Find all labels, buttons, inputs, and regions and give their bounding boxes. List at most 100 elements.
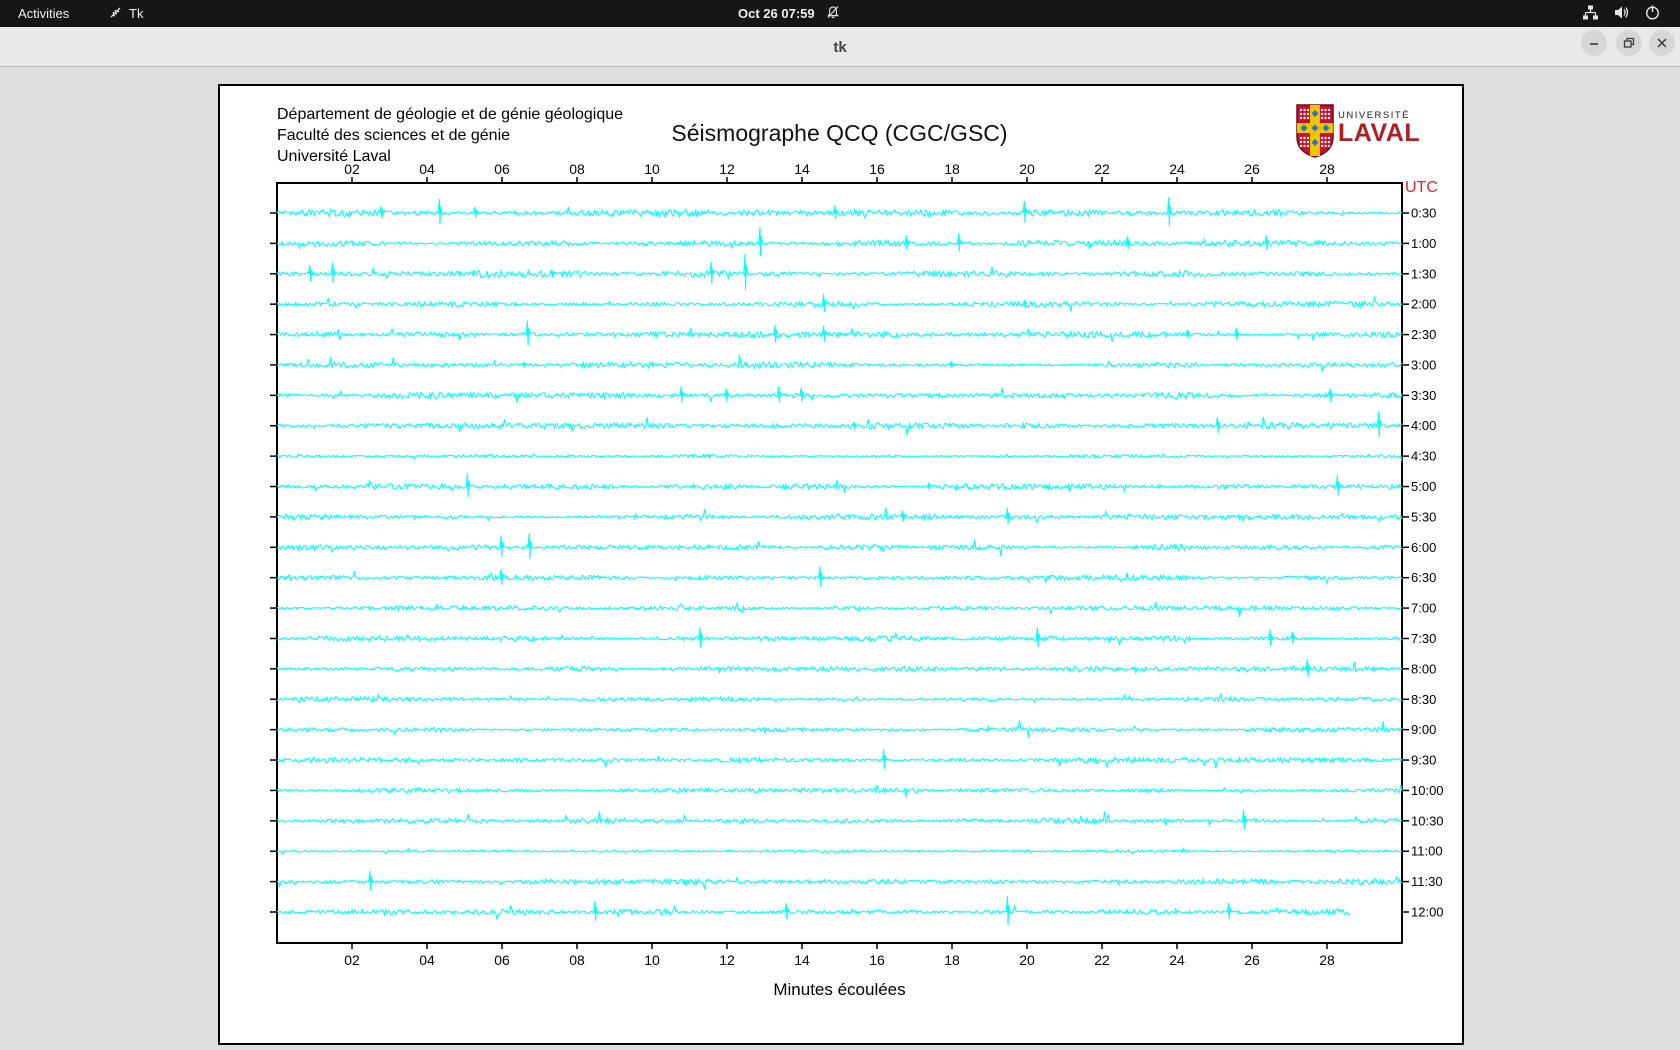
- time-label: 8:30: [1411, 692, 1436, 707]
- seismic-spike: [465, 473, 471, 497]
- time-label: 6:30: [1411, 570, 1436, 585]
- seismic-spike: [521, 361, 527, 368]
- seismic-spike: [758, 227, 764, 257]
- seismic-spike: [550, 269, 556, 278]
- logo-laval-label: LAVAL: [1338, 119, 1421, 147]
- clock-menu[interactable]: Oct 26 07:59: [738, 0, 841, 27]
- time-label: 4:30: [1411, 449, 1436, 464]
- seismic-trace: [276, 875, 1403, 890]
- seismic-trace: [276, 570, 1403, 586]
- network-icon: [1582, 4, 1599, 24]
- utc-axis-label: UTC: [1405, 179, 1438, 196]
- seismic-spike: [881, 748, 888, 769]
- seismic-spike: [821, 294, 828, 313]
- gnome-top-bar: Activities Tk Oct 26 07:59: [0, 0, 1680, 27]
- seismic-trace: [276, 479, 1403, 493]
- seismic-trace: [276, 784, 1403, 798]
- seismic-spike: [1215, 416, 1221, 433]
- time-label: 7:30: [1411, 631, 1436, 646]
- seismic-spike: [724, 388, 730, 401]
- window-title: tk: [833, 38, 847, 56]
- seismic-spike: [473, 206, 479, 218]
- x-tick-label-top: 18: [944, 161, 960, 177]
- time-label: 6:00: [1411, 540, 1436, 555]
- seismic-spike: [949, 360, 955, 369]
- time-label: 1:00: [1411, 236, 1436, 251]
- seismic-spike: [368, 870, 374, 891]
- seismic-spike: [1290, 631, 1296, 645]
- power-icon: [1644, 4, 1661, 24]
- seismic-trace: [276, 507, 1403, 524]
- seismic-spike: [679, 386, 685, 403]
- time-label: 9:00: [1411, 722, 1436, 737]
- plot-frame: [276, 182, 1403, 944]
- page-title: Séismographe QCQ (CGC/GSC): [671, 120, 1008, 146]
- seismic-spike: [527, 533, 533, 559]
- seismic-trace: [276, 720, 1403, 738]
- seismic-spike: [437, 198, 443, 225]
- seismic-spike: [851, 421, 857, 430]
- seismic-spike: [709, 261, 715, 284]
- x-tick-label-bottom: 14: [794, 952, 810, 968]
- seismic-spike: [1125, 236, 1131, 250]
- time-label: 3:00: [1411, 357, 1436, 372]
- seismic-spike: [1035, 627, 1041, 648]
- time-label: 1:30: [1411, 266, 1436, 281]
- seismic-spike: [698, 627, 704, 648]
- system-status-area[interactable]: [1582, 0, 1661, 27]
- x-tick-label-bottom: 26: [1244, 952, 1260, 968]
- time-label: 7:00: [1411, 601, 1436, 616]
- x-tick-label-top: 28: [1319, 161, 1335, 177]
- seismic-spike: [833, 204, 839, 220]
- window-title-bar[interactable]: tk: [0, 27, 1680, 67]
- x-tick-label-top: 20: [1019, 161, 1035, 177]
- seismic-spike: [1005, 507, 1011, 525]
- x-tick-label-bottom: 18: [944, 952, 960, 968]
- x-tick-label-bottom: 04: [419, 952, 435, 968]
- seismic-spike: [1376, 411, 1383, 437]
- x-tick-label-top: 12: [719, 161, 735, 177]
- seismic-spike: [900, 510, 906, 522]
- seismic-trace: [276, 354, 1403, 372]
- x-tick-label-top: 26: [1244, 161, 1260, 177]
- x-tick-label-bottom: 02: [344, 952, 360, 968]
- seismic-spike: [1268, 629, 1274, 646]
- minimize-button[interactable]: [1581, 30, 1607, 56]
- x-tick-label-top: 10: [644, 161, 660, 177]
- x-tick-label-bottom: 24: [1169, 952, 1185, 968]
- seismic-spike: [1022, 200, 1028, 223]
- close-button[interactable]: [1649, 30, 1675, 56]
- seismic-spike: [1005, 895, 1011, 925]
- seismic-spike: [1234, 327, 1240, 341]
- x-tick-label-top: 14: [794, 161, 810, 177]
- seismic-spike: [818, 566, 824, 587]
- seismic-trace: [276, 296, 1403, 312]
- time-label: 2:00: [1411, 297, 1436, 312]
- seismic-trace: [276, 206, 1403, 220]
- time-label: 5:30: [1411, 509, 1436, 524]
- time-label: 0:30: [1411, 206, 1436, 221]
- seismic-spike: [499, 535, 505, 557]
- seismic-trace: [276, 453, 1403, 462]
- focused-app-menu[interactable]: Tk: [108, 0, 143, 27]
- seismic-spike: [1241, 809, 1248, 830]
- activities-button[interactable]: Activities: [18, 0, 69, 27]
- x-tick-label-bottom: 22: [1094, 952, 1110, 968]
- seismic-trace: [277, 600, 1403, 618]
- seismic-trace: [276, 326, 1403, 342]
- seismic-trace: [276, 755, 1403, 769]
- time-label: 11:00: [1411, 844, 1443, 859]
- seismic-spike: [743, 253, 749, 290]
- time-label: 5:00: [1411, 479, 1436, 494]
- seismic-spike: [956, 233, 963, 252]
- seismic-spike: [1185, 329, 1191, 339]
- seismic-spike: [379, 205, 385, 219]
- seismic-spike: [1328, 388, 1334, 401]
- time-label: 8:00: [1411, 661, 1436, 676]
- app-name-label: Tk: [129, 6, 144, 21]
- seismic-trace: [276, 631, 1403, 647]
- restore-button[interactable]: [1616, 30, 1642, 56]
- x-tick-label-top: 22: [1094, 161, 1110, 177]
- universite-laval-logo: UNIVERSITÉ LAVAL: [1296, 104, 1436, 162]
- seismic-spike: [308, 264, 314, 282]
